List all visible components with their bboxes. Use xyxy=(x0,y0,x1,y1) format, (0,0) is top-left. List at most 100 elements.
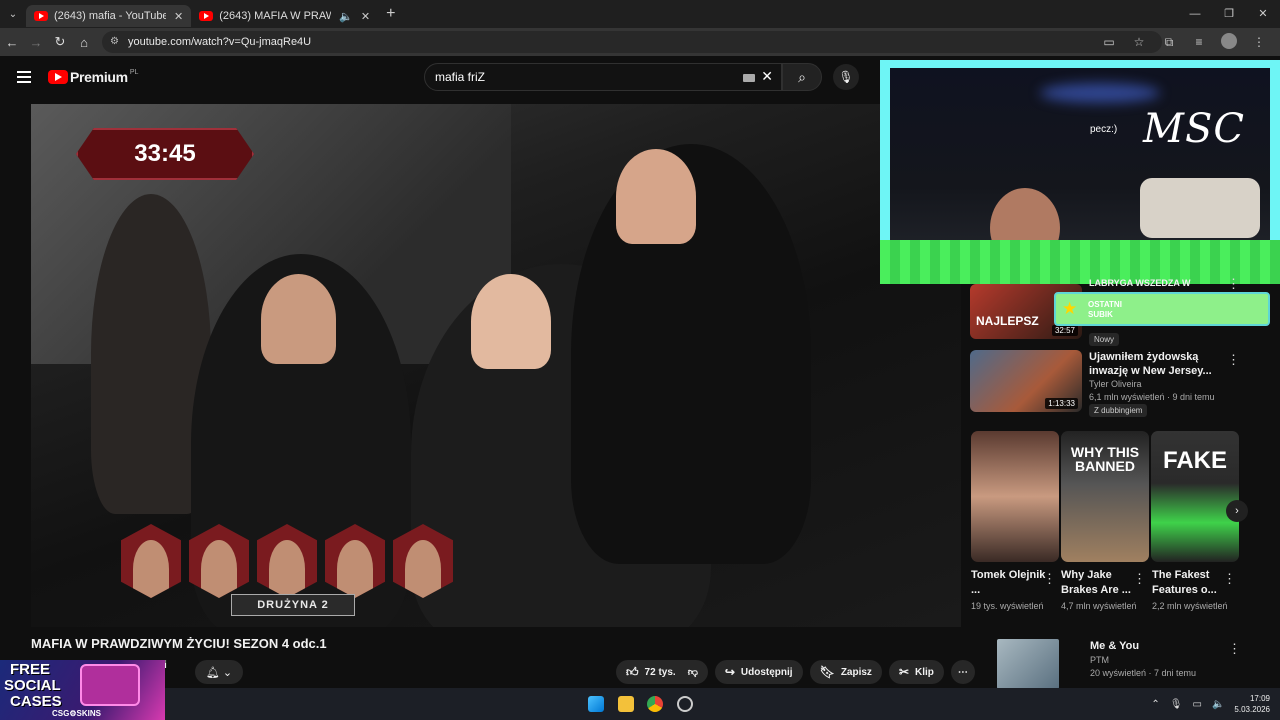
forward-icon[interactable]: → xyxy=(24,35,48,50)
window-controls: — ❐ ✕ xyxy=(1178,0,1280,28)
short-thumbnail[interactable]: WHY THIS BANNED xyxy=(1061,431,1149,562)
ceiling-light xyxy=(1040,83,1160,103)
tray-chevron-icon[interactable]: ⌃ xyxy=(1151,699,1159,710)
shorts-shelf: WHY THIS BANNED FAKE Tomek Olejnik ... W… xyxy=(971,431,1261,631)
short-title[interactable]: The Fakest Features o... xyxy=(1152,568,1232,598)
notifications-button[interactable]: 🔔︎ ⌄ xyxy=(195,660,243,684)
video-player[interactable]: 33:45 DRUŻYNA 2 xyxy=(31,104,961,627)
more-options-icon[interactable]: ⋮ xyxy=(1043,571,1056,587)
search-input[interactable]: mafia friZ ✕ xyxy=(424,63,782,91)
extensions-icon[interactable]: ⧉ xyxy=(1154,35,1184,50)
short-views: 19 tys. wyświetleń xyxy=(971,601,1044,611)
youtube-logo[interactable]: Premium PL xyxy=(48,69,138,85)
tab-video[interactable]: (2643) MAFIA W PRAWDZIWY 🔈 ✕ xyxy=(191,5,378,27)
short-views: 4,7 mln wyświetleń xyxy=(1061,601,1137,611)
related-video-item[interactable]: Me & You ⋮ PTM 20 wyświetleń · 7 dni tem… xyxy=(971,639,1271,689)
more-options-icon[interactable]: ⋮ xyxy=(1227,352,1240,368)
related-video-item[interactable]: 1:13:33 Ujawniłem żydowską inwazję w New… xyxy=(970,350,1270,417)
latest-sub-label: SUBIK xyxy=(1088,310,1113,319)
video-title-main: MAFIA W PRAWDZIWYM ŻYCIU! SEZON 4 odc.1 xyxy=(31,636,327,651)
channel-name[interactable]: Tyler Oliveira xyxy=(1089,379,1142,389)
app-icon[interactable] xyxy=(677,696,693,712)
more-options-icon[interactable]: ⋮ xyxy=(1227,276,1240,292)
back-icon[interactable]: ← xyxy=(0,35,24,50)
minimize-button[interactable]: — xyxy=(1178,0,1212,28)
url-field[interactable]: ⚙ youtube.com/watch?v=Qu-jmaqRe4U xyxy=(102,31,1162,53)
url-text: youtube.com/watch?v=Qu-jmaqRe4U xyxy=(128,36,312,48)
chevron-right-icon: › xyxy=(1235,505,1239,517)
latest-sub-label: OSTATNI xyxy=(1088,300,1122,309)
thumbs-up-icon: 👍︎ xyxy=(626,664,639,679)
scissors-icon: ✂ xyxy=(898,665,909,679)
channel-name[interactable]: PTM xyxy=(1090,655,1109,665)
menu-icon[interactable]: ⋮ xyxy=(1244,35,1274,49)
media-icon[interactable]: ≡ xyxy=(1184,35,1214,49)
youtube-play-icon xyxy=(48,70,68,84)
promo-line: SOCIAL xyxy=(4,677,61,694)
new-badge: Nowy xyxy=(1089,333,1120,346)
tab-youtube-search[interactable]: (2643) mafia - YouTube ✕ xyxy=(26,5,192,27)
windows-taskbar: ⌃ 🎙 ▭ 🔈 17:09 5.03.2026 xyxy=(165,688,1280,720)
short-title[interactable]: Tomek Olejnik ... xyxy=(971,568,1051,598)
star-icon: ★ xyxy=(1062,299,1078,318)
profile-avatar[interactable] xyxy=(1214,32,1244,52)
short-title[interactable]: Why Jake Brakes Are ... xyxy=(1061,568,1141,598)
dislike-icon[interactable]: 👎︎ xyxy=(688,666,698,678)
tab-close-icon[interactable]: ✕ xyxy=(174,10,183,23)
keyboard-icon[interactable] xyxy=(743,74,755,82)
short-views: 2,2 mln wyświetleń xyxy=(1152,601,1228,611)
short-thumbnail[interactable]: FAKE xyxy=(1151,431,1239,562)
video-meta: 6,1 mln wyświetleń · 9 dni temu xyxy=(1089,392,1215,402)
save-label: Zapisz xyxy=(840,666,872,678)
new-tab-button[interactable]: + xyxy=(386,5,395,23)
voice-search-button[interactable]: 🎙 xyxy=(833,64,859,90)
team-portraits xyxy=(121,524,461,598)
video-thumbnail[interactable] xyxy=(997,639,1059,689)
hamburger-menu-icon[interactable] xyxy=(17,71,31,83)
like-button[interactable]: 👍︎ 72 tys. 👎︎ xyxy=(616,660,708,684)
shorts-next-button[interactable]: › xyxy=(1226,500,1248,522)
close-window-button[interactable]: ✕ xyxy=(1246,0,1280,28)
thumbnail-text: NAJLEPSZ xyxy=(976,314,1039,328)
microphone-tray-icon[interactable]: 🎙 xyxy=(1170,699,1183,710)
save-button[interactable]: 🔖︎ Zapisz xyxy=(809,660,882,684)
windows-start-icon[interactable] xyxy=(588,696,604,712)
home-icon[interactable]: ⌂ xyxy=(72,35,96,50)
more-horizontal-icon: ⋯ xyxy=(957,666,968,678)
more-options-icon[interactable]: ⋮ xyxy=(1228,641,1241,657)
file-explorer-icon[interactable] xyxy=(618,696,634,712)
video-title[interactable]: Ujawniłem żydowską inwazję w New Jersey.… xyxy=(1089,350,1239,378)
logo-country: PL xyxy=(129,68,139,76)
clear-search-icon[interactable]: ✕ xyxy=(761,68,773,85)
like-count: 72 tys. xyxy=(644,666,676,678)
tab-title: (2643) mafia - YouTube xyxy=(54,10,166,22)
clip-button[interactable]: ✂ Klip xyxy=(888,660,944,684)
share-label: Udostępnij xyxy=(740,666,793,678)
video-person-face xyxy=(261,274,336,364)
more-options-icon[interactable]: ⋮ xyxy=(1223,571,1236,587)
reload-icon[interactable]: ↻ xyxy=(48,34,72,50)
cast-icon[interactable]: ▭ xyxy=(1094,35,1124,49)
more-options-icon[interactable]: ⋮ xyxy=(1133,571,1146,587)
tab-search-icon[interactable]: ⌄ xyxy=(0,9,26,20)
tab-close-icon[interactable]: ✕ xyxy=(361,10,370,23)
network-icon[interactable]: ▭ xyxy=(1193,699,1202,710)
share-button[interactable]: ↪ Udostępnij xyxy=(714,660,803,684)
more-actions-button[interactable]: ⋯ xyxy=(950,660,975,684)
bookmark-star-icon[interactable]: ☆ xyxy=(1124,35,1154,49)
logo-text: Premium xyxy=(70,69,128,85)
chrome-icon[interactable] xyxy=(647,696,663,712)
video-title[interactable]: Me & You xyxy=(1090,639,1240,653)
short-thumbnail[interactable] xyxy=(971,431,1059,562)
speaker-icon[interactable]: 🔈 xyxy=(339,10,353,23)
video-person-face xyxy=(471,274,551,369)
site-info-icon[interactable]: ⚙ xyxy=(110,36,119,47)
video-title[interactable]: LABRYGA WSZEDZA W xyxy=(1089,276,1239,290)
bookmark-icon: 🔖︎ xyxy=(819,665,835,679)
search-button[interactable]: ⌕ xyxy=(782,63,822,91)
restore-button[interactable]: ❐ xyxy=(1212,0,1246,28)
video-actions: 👍︎ 72 tys. 👎︎ ↪ Udostępnij 🔖︎ Zapisz ✂ Klip ⋯ xyxy=(616,660,982,684)
video-thumbnail[interactable]: 1:13:33 xyxy=(970,350,1082,412)
clock[interactable]: 17:09 5.03.2026 xyxy=(1234,693,1270,715)
volume-icon[interactable]: 🔈 xyxy=(1212,699,1224,710)
